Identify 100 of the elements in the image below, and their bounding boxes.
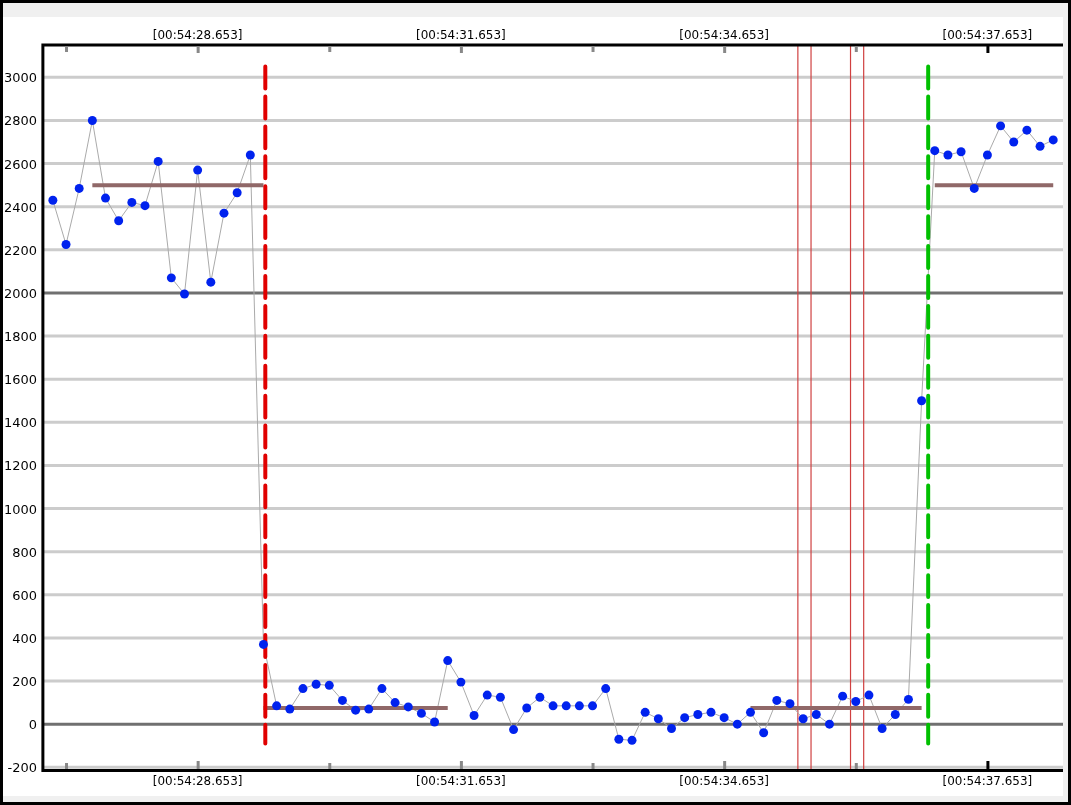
axis-label: 400 — [12, 630, 37, 646]
axis-label: [00:54:31.653] — [416, 773, 506, 788]
data-point — [522, 703, 532, 713]
data-point — [561, 701, 571, 711]
data-point — [337, 695, 347, 705]
tick-mark — [459, 46, 463, 53]
tick-mark — [723, 761, 727, 769]
data-point — [811, 709, 821, 719]
data-point — [719, 713, 729, 723]
data-point — [311, 679, 321, 689]
data-point — [1022, 125, 1032, 135]
data-point — [653, 714, 663, 724]
data-point — [930, 146, 940, 156]
data-point — [693, 709, 703, 719]
tick-mark — [196, 46, 200, 53]
data-point — [87, 116, 97, 125]
axis-label: 2400 — [3, 199, 37, 215]
data-point — [890, 709, 900, 719]
axis-label: 800 — [12, 544, 37, 560]
data-point — [1048, 135, 1058, 145]
tick-mark — [986, 46, 990, 53]
axis-label: 2200 — [3, 242, 37, 258]
data-point — [74, 183, 84, 193]
axis-label: [00:54:37.653] — [942, 773, 1033, 788]
data-point — [324, 680, 334, 690]
data-point — [61, 239, 71, 249]
data-point — [416, 708, 426, 718]
data-point — [443, 656, 453, 666]
data-point — [903, 694, 913, 704]
data-point — [1009, 137, 1019, 147]
tick-mark — [854, 46, 858, 52]
axis-label: 0 — [28, 717, 37, 733]
tick-mark — [854, 763, 858, 769]
tick-mark — [986, 761, 990, 769]
data-point — [667, 724, 676, 733]
data-point — [377, 684, 387, 694]
data-point — [982, 150, 992, 160]
data-point — [456, 677, 466, 687]
data-point — [259, 639, 268, 649]
data-point — [851, 697, 861, 706]
data-point — [48, 195, 58, 205]
data-point — [772, 695, 782, 705]
data-point — [509, 725, 519, 735]
data-point — [548, 701, 558, 711]
data-point — [601, 684, 611, 694]
data-point — [824, 719, 834, 729]
tick-mark — [723, 46, 727, 53]
data-point — [588, 701, 597, 711]
axis-label: [00:54:31.653] — [416, 28, 506, 43]
data-point — [101, 193, 110, 203]
axis-label: 600 — [12, 587, 37, 603]
axis-label: [00:54:37.653] — [942, 28, 1033, 43]
tick-mark — [65, 46, 68, 52]
data-point — [996, 121, 1006, 131]
axis-label: 1400 — [3, 415, 37, 431]
data-point — [746, 707, 755, 717]
data-point — [114, 216, 124, 226]
data-point — [1035, 141, 1045, 151]
data-point — [943, 150, 953, 160]
data-point — [574, 701, 584, 711]
data-point — [430, 717, 440, 727]
data-point — [969, 183, 979, 193]
tick-mark — [591, 46, 595, 52]
data-point — [127, 197, 137, 207]
tick-mark — [328, 763, 332, 769]
data-point — [153, 156, 163, 166]
data-point — [798, 714, 808, 724]
axis-label: 200 — [12, 674, 37, 690]
data-point — [364, 704, 374, 714]
axis-label: -200 — [7, 760, 37, 776]
data-point — [219, 208, 229, 218]
axis-label: 1800 — [3, 329, 37, 345]
data-point — [838, 691, 848, 701]
data-point — [785, 699, 795, 709]
tick-mark — [328, 46, 332, 52]
data-point — [193, 165, 203, 175]
data-point — [351, 705, 361, 715]
data-point — [627, 735, 637, 745]
axis-label: [00:54:28.653] — [152, 773, 243, 788]
data-point — [680, 713, 690, 723]
data-point — [180, 289, 189, 299]
data-point — [732, 719, 742, 729]
axis-label: [00:54:28.653] — [152, 28, 243, 43]
data-point — [917, 396, 927, 406]
axis-label: 2000 — [3, 285, 37, 301]
tick-mark — [459, 761, 463, 769]
data-point — [232, 188, 242, 198]
data-point — [245, 150, 255, 160]
axis-label: 1600 — [3, 372, 37, 388]
tick-mark — [196, 761, 200, 769]
data-point — [864, 690, 874, 700]
axis-label: 2600 — [3, 156, 37, 172]
axis-label: 2800 — [3, 113, 37, 129]
axis-label: 1000 — [3, 501, 37, 517]
data-point — [272, 701, 282, 711]
data-point — [390, 698, 400, 708]
axis-label: [00:54:34.653] — [679, 773, 769, 788]
tick-mark — [591, 763, 595, 769]
data-point — [640, 707, 650, 717]
data-point — [495, 692, 505, 702]
